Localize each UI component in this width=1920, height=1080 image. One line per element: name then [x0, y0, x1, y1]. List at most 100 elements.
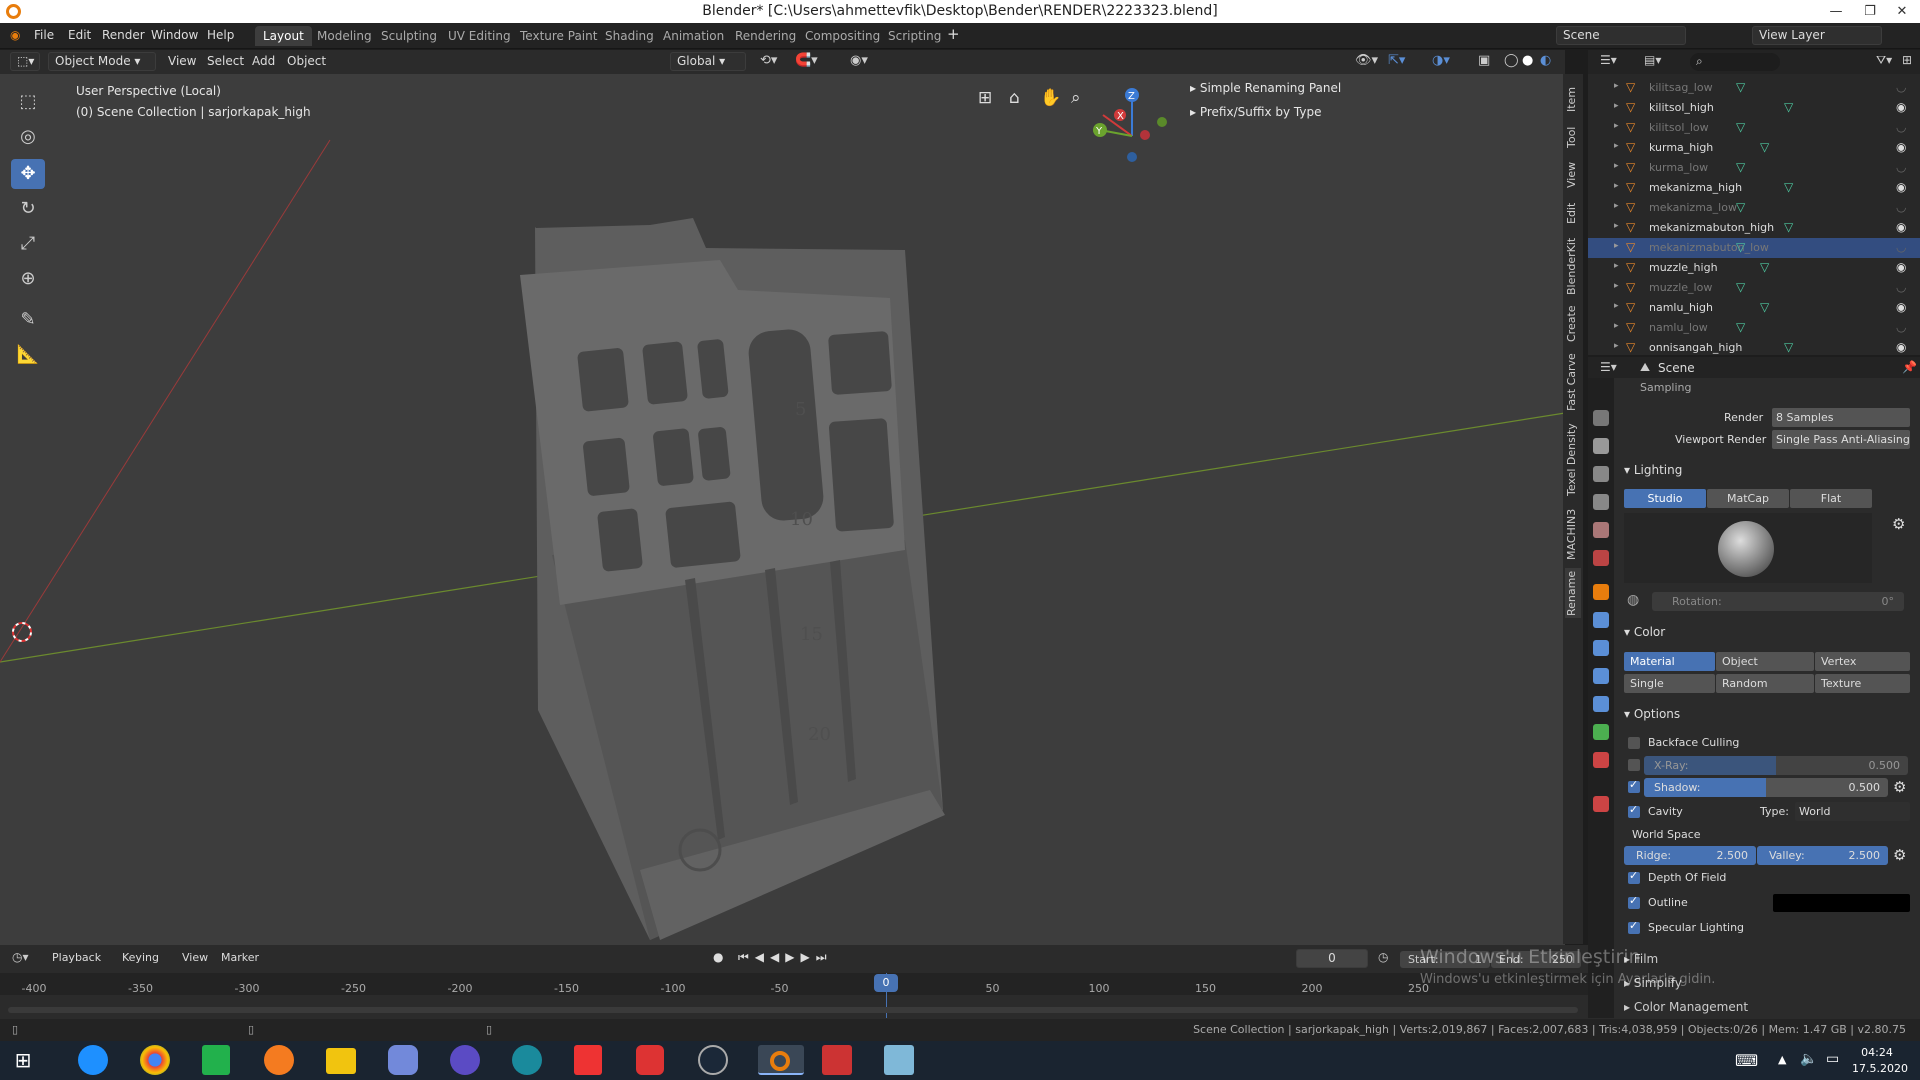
grid-view-icon[interactable]: ⊞	[978, 88, 992, 108]
annotate-tool-icon[interactable]: ✎	[11, 305, 45, 335]
playhead[interactable]: 0	[874, 974, 898, 992]
viewport-menu-add[interactable]: Add	[252, 54, 275, 68]
winrar-icon[interactable]	[822, 1045, 852, 1075]
clock-icon[interactable]: ◷	[1378, 950, 1388, 964]
depth-of-field-checkbox[interactable]	[1628, 869, 1640, 884]
visibility-eye-icon[interactable]: ◡	[1896, 160, 1906, 174]
transform-tool-icon[interactable]: ⊕	[11, 264, 45, 294]
view-layer-selector[interactable]: View Layer	[1752, 26, 1882, 45]
outliner-search-input[interactable]: ⌕	[1690, 53, 1780, 71]
backface-culling-checkbox[interactable]	[1628, 737, 1640, 749]
color-section[interactable]: ▾ Color	[1624, 625, 1665, 639]
xray-toggle-icon[interactable]: ▣	[1478, 53, 1490, 68]
output-tab-icon[interactable]	[1593, 466, 1609, 482]
zoom-icon[interactable]: ⌕	[1071, 88, 1081, 108]
firefox-icon[interactable]	[264, 1045, 294, 1075]
camera-view-icon[interactable]: ⌂	[1009, 88, 1020, 108]
timeline-menu-marker[interactable]: Marker	[221, 951, 259, 964]
tab-texture-paint[interactable]: Texture Paint	[512, 26, 605, 46]
texture-tab-icon[interactable]	[1593, 796, 1609, 812]
record-icon[interactable]: ●	[713, 950, 723, 964]
modifier-tab-icon[interactable]	[1593, 612, 1609, 628]
shadow-settings-gear-icon[interactable]: ⚙	[1893, 778, 1906, 796]
overlay-toggle-icon[interactable]: ◑▾	[1432, 53, 1450, 68]
cavity-settings-gear-icon[interactable]: ⚙	[1893, 846, 1906, 864]
ntab-rename[interactable]: Rename	[1565, 568, 1581, 618]
cavity-type-select[interactable]: World	[1795, 802, 1910, 821]
menu-edit[interactable]: Edit	[68, 28, 91, 42]
measure-tool-icon[interactable]: 📐	[11, 340, 45, 370]
timeline-editor-icon[interactable]: ◷▾	[12, 950, 29, 964]
expand-arrow-icon[interactable]: ▸	[1614, 281, 1619, 291]
ntab-edit[interactable]: Edit	[1565, 198, 1581, 228]
windows-start-icon[interactable]: ⊞	[6, 1045, 40, 1075]
scale-tool-icon[interactable]: ⤢	[11, 229, 45, 259]
tool-tab-icon[interactable]	[1593, 410, 1609, 426]
menu-window[interactable]: Window	[151, 28, 198, 42]
visibility-eye-icon[interactable]: ◡	[1896, 120, 1906, 134]
scene-tab-icon[interactable]	[1593, 522, 1609, 538]
panel-simple-renaming[interactable]: ▸ Simple Renaming Panel	[1190, 81, 1341, 95]
move-tool-icon[interactable]: ✥	[11, 159, 45, 189]
studio-light-preview[interactable]	[1624, 513, 1872, 583]
material-tab-icon[interactable]	[1593, 752, 1609, 768]
clock-date[interactable]: 17.5.2020	[1852, 1062, 1908, 1075]
visibility-eye-icon[interactable]: ◉	[1896, 260, 1906, 274]
mode-selector[interactable]: Object Mode ▾	[48, 52, 156, 71]
lighting-settings-gear-icon[interactable]: ⚙	[1892, 515, 1905, 533]
outliner-row[interactable]: ▸ ▽ onnisangah_high ▽ ◉	[1588, 338, 1920, 358]
menu-file[interactable]: File	[34, 28, 54, 42]
volume-icon[interactable]: 🔈	[1800, 1051, 1817, 1067]
blender-menu-icon[interactable]: ◉	[10, 28, 20, 42]
scene-selector[interactable]: Scene	[1556, 26, 1686, 45]
substance-icon[interactable]	[636, 1045, 664, 1075]
outliner[interactable]: ☰▾ ▤▾ ⌕ ⛛▾ ⊞ ▸ ▽ kilitsag_low ▽ ◡ ▸ ▽ kilitsol_…	[1588, 50, 1920, 355]
lighting-studio-button[interactable]: Studio	[1624, 489, 1706, 508]
tab-uv-editing[interactable]: UV Editing	[440, 26, 519, 46]
viewport-menu-select[interactable]: Select	[207, 54, 244, 68]
solid-shading-icon[interactable]: ●	[1522, 53, 1533, 68]
pan-hand-icon[interactable]: ✋	[1040, 88, 1061, 108]
cavity-checkbox[interactable]	[1628, 803, 1640, 818]
outliner-row[interactable]: ▸ ▽ namlu_high ▽ ◉	[1588, 298, 1920, 318]
panel-prefix-suffix[interactable]: ▸ Prefix/Suffix by Type	[1190, 105, 1321, 119]
outliner-row[interactable]: ▸ ▽ muzzle_low ▽ ◡	[1588, 278, 1920, 298]
chrome-icon[interactable]	[140, 1045, 170, 1075]
editor-type-icon[interactable]: ⬚▾	[10, 52, 40, 71]
view-layer-tab-icon[interactable]	[1593, 494, 1609, 510]
ridge-slider[interactable]: Ridge: 2.500	[1624, 846, 1756, 865]
outliner-row[interactable]: ▸ ▽ kilitsag_low ▽ ◡	[1588, 78, 1920, 98]
network-icon[interactable]: ▭	[1826, 1051, 1839, 1067]
color-management-section[interactable]: ▸ Color Management	[1624, 1000, 1748, 1014]
discord-icon[interactable]	[388, 1045, 418, 1075]
viewport-render-select[interactable]: Single Pass Anti-Aliasing	[1772, 430, 1910, 449]
visibility-eye-icon[interactable]: ◡	[1896, 80, 1906, 94]
visibility-eye-icon[interactable]: ◡	[1896, 320, 1906, 334]
color-object-button[interactable]: Object	[1716, 652, 1814, 671]
blender-taskbar-icon[interactable]	[758, 1045, 804, 1075]
outliner-row[interactable]: ▸ ▽ mekanizma_low ▽ ◡	[1588, 198, 1920, 218]
tab-compositing[interactable]: Compositing	[797, 26, 888, 46]
tray-expand-icon[interactable]: ▲	[1778, 1053, 1786, 1066]
world-space-lighting-icon[interactable]: ◍	[1627, 592, 1639, 608]
color-single-button[interactable]: Single	[1624, 674, 1715, 693]
ntab-view[interactable]: View	[1565, 160, 1581, 190]
tab-sculpting[interactable]: Sculpting	[373, 26, 445, 46]
color-vertex-button[interactable]: Vertex	[1815, 652, 1910, 671]
file-explorer-icon[interactable]	[326, 1048, 356, 1074]
tab-layout[interactable]: Layout	[255, 26, 312, 46]
material-shading-icon[interactable]: ◐	[1540, 53, 1551, 68]
ntab-item[interactable]: Item	[1565, 84, 1581, 114]
expand-arrow-icon[interactable]: ▸	[1614, 201, 1619, 211]
lighting-flat-button[interactable]: Flat	[1790, 489, 1872, 508]
expand-arrow-icon[interactable]: ▸	[1614, 181, 1619, 191]
visibility-icon[interactable]: 👁▾	[1355, 53, 1378, 68]
expand-arrow-icon[interactable]: ▸	[1614, 101, 1619, 111]
expand-arrow-icon[interactable]: ▸	[1614, 261, 1619, 271]
outliner-editor-icon[interactable]: ☰▾	[1600, 53, 1617, 67]
viewport-menu-object[interactable]: Object	[287, 54, 326, 68]
store-icon[interactable]	[202, 1045, 230, 1075]
clock-time[interactable]: 04:24	[1852, 1046, 1902, 1059]
gizmo-toggle-icon[interactable]: ⇱▾	[1388, 53, 1405, 68]
outliner-row[interactable]: ▸ ▽ mekanizma_high ▽ ◉	[1588, 178, 1920, 198]
